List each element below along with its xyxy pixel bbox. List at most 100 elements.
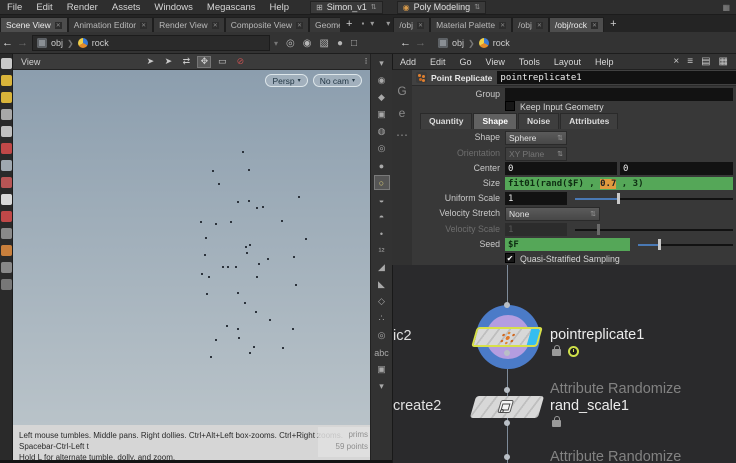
menu-item[interactable]: Go bbox=[453, 57, 479, 67]
slider-handle[interactable] bbox=[617, 193, 620, 204]
point-numbers-icon[interactable]: ¹² bbox=[374, 243, 390, 258]
quasi-checkbox[interactable]: ✔ bbox=[505, 253, 515, 263]
shelf-tool-icon[interactable] bbox=[1, 279, 12, 290]
shelf-tool-icon[interactable] bbox=[1, 177, 12, 188]
menu-item[interactable]: Megascans bbox=[200, 2, 263, 13]
node-output-dot[interactable] bbox=[504, 420, 510, 426]
more-icon[interactable]: ▾ bbox=[374, 379, 390, 394]
pane-tab[interactable]: Animation Editor ✕ bbox=[67, 17, 154, 32]
prim-normals-icon[interactable]: ◢ bbox=[374, 260, 390, 275]
path-dropdown-icon[interactable]: ▾ bbox=[274, 39, 278, 48]
velocity-stretch-dropdown[interactable]: None ⇅ bbox=[505, 207, 600, 221]
menu-item[interactable]: Add bbox=[393, 57, 423, 67]
pane-tab[interactable]: Render View ✕ bbox=[153, 17, 225, 32]
no-selection-icon[interactable]: ⊘ bbox=[233, 56, 247, 68]
close-icon[interactable]: ✕ bbox=[417, 21, 425, 29]
menu-item[interactable]: Edit bbox=[29, 2, 59, 13]
cube-icon[interactable]: ▧ bbox=[315, 38, 332, 49]
node-input-dot[interactable] bbox=[504, 387, 510, 393]
lock-icon[interactable] bbox=[552, 345, 561, 356]
path-root[interactable]: obj bbox=[452, 38, 464, 48]
path-node[interactable]: rock bbox=[92, 38, 109, 48]
param-tab[interactable]: Quantity bbox=[420, 113, 473, 129]
origin-axis-icon[interactable]: ◎ bbox=[374, 328, 390, 343]
menu-item[interactable]: Tools bbox=[512, 57, 547, 67]
node-output-dot[interactable] bbox=[504, 350, 510, 356]
size-expression-field[interactable]: fit01(rand($F) , 0.7 , 3) bbox=[505, 177, 733, 190]
snapshot-icon[interactable]: ▣ bbox=[374, 362, 390, 377]
menu-item[interactable]: File bbox=[0, 2, 29, 13]
close-icon[interactable]: ✕ bbox=[54, 21, 62, 29]
node-name-field[interactable] bbox=[497, 71, 736, 84]
tree-view-icon[interactable]: ≡ bbox=[683, 56, 697, 67]
close-icon[interactable]: ✕ bbox=[211, 21, 219, 29]
menu-item[interactable]: Help bbox=[263, 2, 297, 13]
pane-tab[interactable]: Scene View ✕ bbox=[0, 17, 68, 32]
group-field[interactable] bbox=[505, 88, 733, 101]
display-points-icon[interactable]: • bbox=[374, 226, 390, 241]
close-icon[interactable]: ✕ bbox=[295, 21, 304, 29]
visibility-icon[interactable]: ◉ bbox=[374, 73, 390, 88]
node-name-label[interactable]: pointreplicate1 bbox=[550, 327, 644, 343]
shelf-tool-icon[interactable] bbox=[1, 92, 12, 103]
high-quality-light-icon[interactable]: ● bbox=[374, 158, 390, 173]
time-dependent-flag-icon[interactable] bbox=[568, 346, 579, 357]
param-tab[interactable]: Attributes bbox=[560, 113, 619, 129]
text-overlay-icon[interactable]: abc bbox=[374, 345, 390, 360]
pane-tab[interactable]: /obj ✕ bbox=[512, 17, 549, 32]
lock-icon[interactable]: ▣ bbox=[374, 107, 390, 122]
seed-expression-field[interactable]: $F bbox=[505, 238, 630, 251]
path-field[interactable]: obj ❯ rock bbox=[32, 35, 270, 51]
keep-input-checkbox[interactable] bbox=[505, 101, 515, 111]
menu-item[interactable]: Windows bbox=[147, 2, 200, 13]
param-tab[interactable]: Noise bbox=[518, 113, 560, 129]
shelf-tool-icon[interactable] bbox=[1, 126, 12, 137]
palette-icon[interactable]: ▦ bbox=[715, 56, 732, 67]
spinner-icon[interactable]: ⇅ bbox=[371, 3, 377, 11]
pin-icon[interactable]: ◎ bbox=[282, 38, 299, 49]
display-options-icon[interactable]: □ bbox=[347, 38, 361, 49]
view-tool-icon[interactable]: ➤ bbox=[143, 56, 157, 68]
box-select-icon[interactable]: ▭ bbox=[215, 56, 229, 68]
tools-icon[interactable]: × bbox=[669, 56, 683, 67]
shelf-tool-icon[interactable] bbox=[1, 262, 12, 273]
pointreplicate-node[interactable] bbox=[471, 327, 543, 347]
shelf-tool-icon[interactable] bbox=[1, 228, 12, 239]
texture-shading-icon[interactable]: ◓ bbox=[374, 209, 390, 224]
bulb-icon[interactable]: ○ bbox=[373, 175, 390, 190]
shelf-tool-icon[interactable] bbox=[1, 143, 12, 154]
back-icon[interactable]: ← bbox=[400, 37, 411, 49]
menu-item[interactable]: Edit bbox=[423, 57, 453, 67]
shelf-tool-icon[interactable] bbox=[1, 75, 12, 86]
spinner-icon[interactable]: ⇅ bbox=[474, 3, 480, 11]
menu-item[interactable]: Layout bbox=[547, 57, 588, 67]
uniform-scale-field[interactable] bbox=[505, 192, 567, 205]
slider-handle[interactable] bbox=[658, 239, 661, 250]
shelf-tool-icon[interactable] bbox=[1, 160, 12, 171]
path-root[interactable]: obj bbox=[51, 38, 63, 48]
close-icon[interactable]: ✕ bbox=[535, 21, 543, 29]
rand-scale-node[interactable] bbox=[469, 396, 545, 418]
pane-maximize-icon[interactable]: ▪ bbox=[358, 19, 367, 28]
pane-tab[interactable]: /obj ✕ bbox=[393, 17, 431, 32]
node-input-dot[interactable] bbox=[504, 302, 510, 308]
viewport[interactable]: Persp ▾ No cam ▾ bbox=[13, 70, 370, 425]
back-icon[interactable]: ← bbox=[2, 37, 13, 49]
close-icon[interactable]: ✕ bbox=[140, 21, 148, 29]
view-menu-label[interactable]: View bbox=[13, 57, 46, 67]
display-flag[interactable] bbox=[526, 329, 541, 345]
uniform-scale-slider[interactable] bbox=[575, 192, 733, 205]
shape-dropdown[interactable]: Sphere ⇅ bbox=[505, 131, 567, 145]
list-view-icon[interactable]: ▤ bbox=[697, 56, 714, 67]
prim-numbers-icon[interactable]: ◣ bbox=[374, 277, 390, 292]
new-tab-button[interactable]: + bbox=[340, 18, 358, 30]
shelf-selector[interactable]: ◉ Poly Modeling ⇅ bbox=[396, 0, 487, 14]
particle-icon[interactable]: ∴ bbox=[374, 311, 390, 326]
material-shading-icon[interactable]: ◒ bbox=[374, 192, 390, 207]
center-y-field[interactable] bbox=[620, 162, 733, 175]
shelf-tool-icon[interactable] bbox=[1, 194, 12, 205]
shelf-tool-icon[interactable] bbox=[1, 58, 12, 69]
window-layout-icon[interactable]: ▦ bbox=[722, 3, 730, 12]
center-x-field[interactable] bbox=[505, 162, 617, 175]
forward-icon[interactable]: → bbox=[17, 37, 28, 49]
